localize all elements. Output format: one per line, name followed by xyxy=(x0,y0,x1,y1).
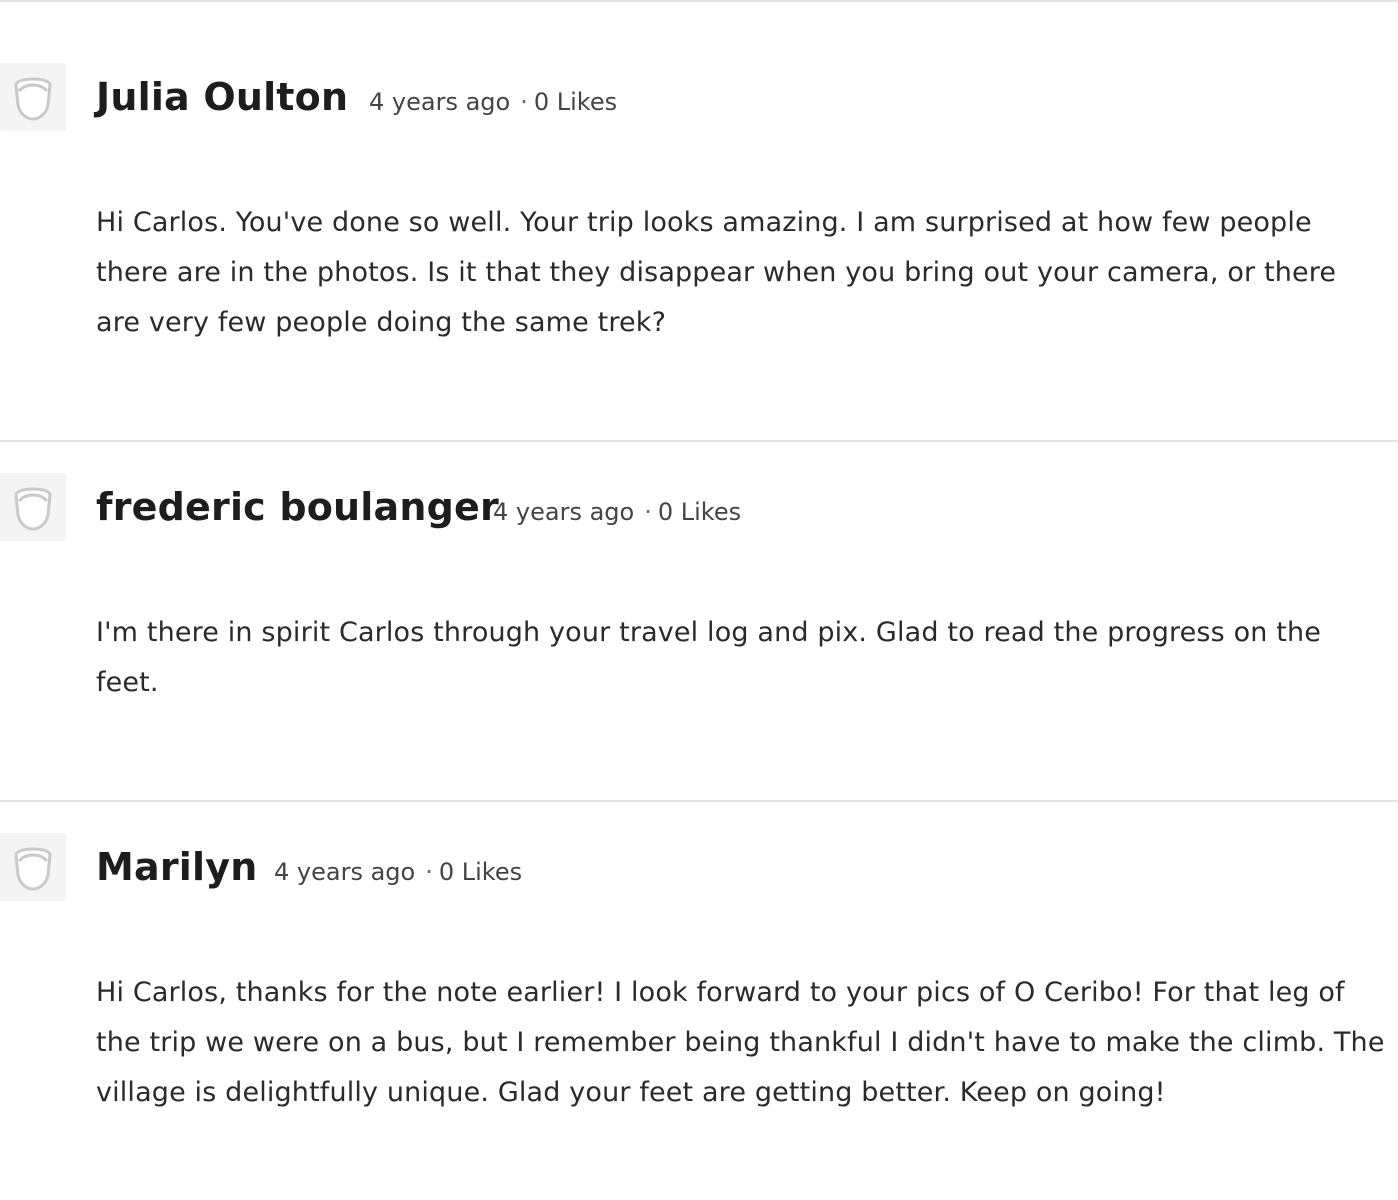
comment-author[interactable]: Julia Oulton xyxy=(96,78,348,116)
comment-item: Julia Oulton 4 years ago · 0 Likes Hi Carl… xyxy=(0,2,1398,442)
comment-time[interactable]: 4 years ago xyxy=(493,498,634,526)
comment-likes[interactable]: 0 Likes xyxy=(534,88,617,116)
meta-separator: · xyxy=(520,88,528,116)
comment-text: Hi Carlos, thanks for the note earlier! … xyxy=(96,977,1385,1108)
comment-text: I'm there in spirit Carlos through your … xyxy=(96,617,1322,698)
avatar[interactable] xyxy=(0,63,66,131)
default-user-avatar-icon xyxy=(14,847,52,891)
comment-text: Hi Carlos. You've done so well. Your tri… xyxy=(96,207,1337,338)
default-user-avatar-icon xyxy=(14,487,52,531)
comment-time[interactable]: 4 years ago xyxy=(274,858,415,886)
meta-separator: · xyxy=(425,858,433,886)
comment-author[interactable]: Marilyn xyxy=(96,848,257,886)
comment-likes[interactable]: 0 Likes xyxy=(439,858,522,886)
avatar[interactable] xyxy=(0,473,66,541)
comment-time[interactable]: 4 years ago xyxy=(369,88,510,116)
avatar[interactable] xyxy=(0,833,66,901)
comment-author[interactable]: frederic boulanger xyxy=(96,488,499,526)
comment-item: Marilyn 4 years ago · 0 Likes Hi Carlos, t… xyxy=(0,802,1398,1200)
comment-likes[interactable]: 0 Likes xyxy=(658,498,741,526)
comment-item: frederic boulanger 4 years ago · 0 Likes I… xyxy=(0,442,1398,802)
comment-meta: 4 years ago · 0 Likes xyxy=(493,500,741,524)
comment-meta: 4 years ago · 0 Likes xyxy=(369,90,617,114)
meta-separator: · xyxy=(644,498,652,526)
default-user-avatar-icon xyxy=(14,77,52,121)
comment-meta: 4 years ago · 0 Likes xyxy=(274,860,522,884)
